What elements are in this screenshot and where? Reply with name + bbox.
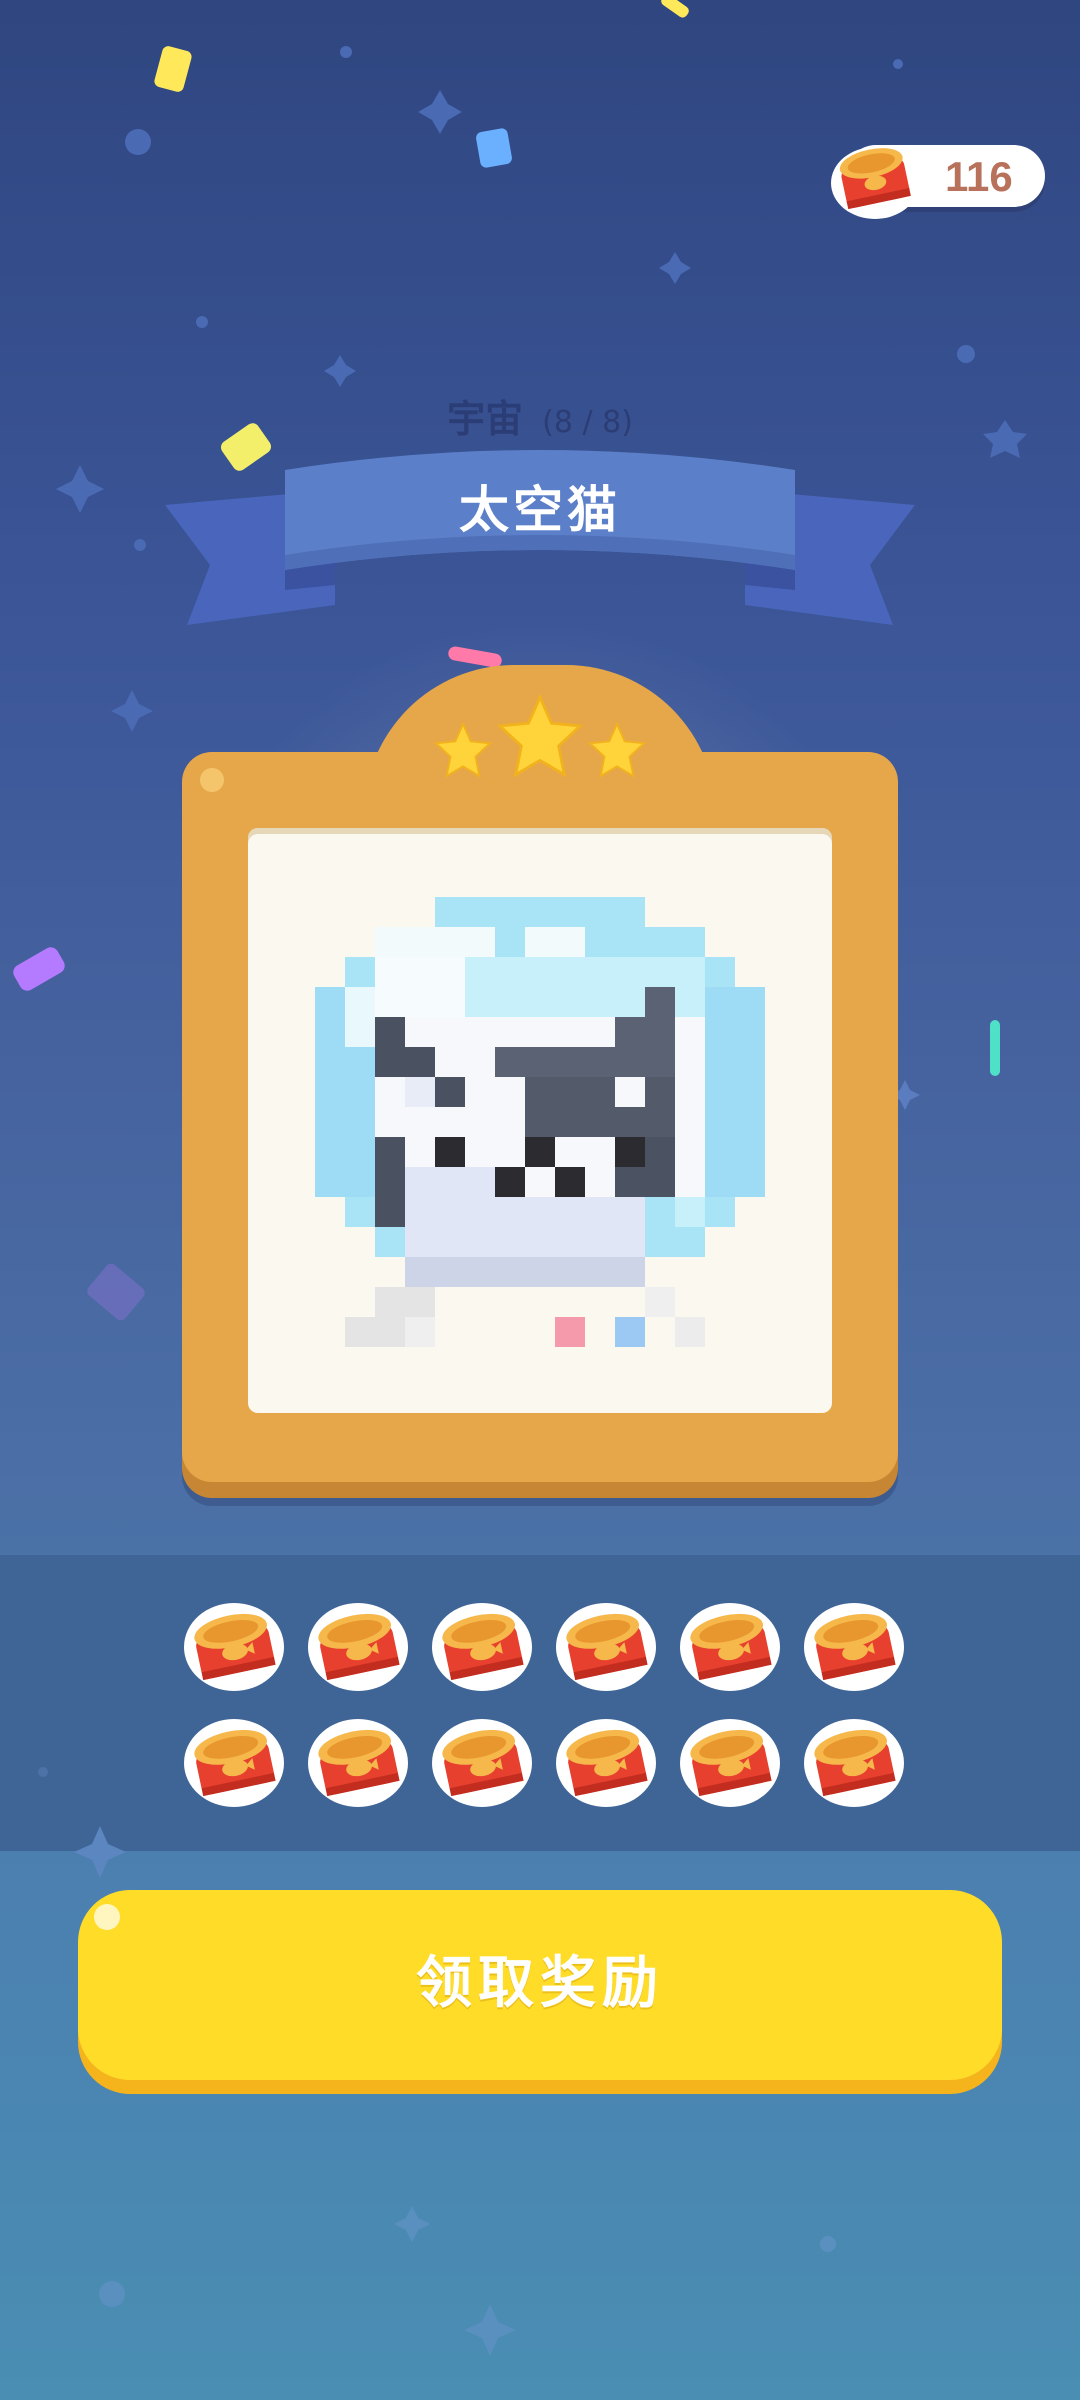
reward-item [172, 1595, 296, 1695]
claim-reward-button[interactable]: 领取奖励 [78, 1890, 1002, 2080]
reward-item [792, 1595, 916, 1695]
collection-label: 宇宙 (8 / 8) [0, 388, 1080, 443]
reward-item [792, 1711, 916, 1811]
space-cat-pixel-art [315, 897, 765, 1347]
button-gloss [94, 1904, 120, 1930]
fish-can-icon [184, 1719, 284, 1807]
star-icon [497, 694, 583, 778]
collection-name: 宇宙 [447, 397, 524, 441]
fish-can-icon [556, 1603, 656, 1691]
fish-can-icon [432, 1719, 532, 1807]
reward-item [420, 1711, 544, 1811]
fish-can-icon [556, 1719, 656, 1807]
reward-item [296, 1595, 420, 1695]
fish-can-icon [831, 147, 919, 219]
fish-can-count: 116 [945, 153, 1013, 200]
collection-progress: (8 / 8) [542, 405, 633, 440]
reward-item [668, 1711, 792, 1811]
reward-item [172, 1711, 296, 1811]
fish-can-icon [680, 1603, 780, 1691]
reward-screen: 116 宇宙 (8 / 8) 太空猫 领取奖励 [0, 0, 1080, 2400]
fish-can-icon [680, 1719, 780, 1807]
reward-items [172, 1595, 912, 1811]
pixel-art-canvas [248, 828, 832, 1413]
claim-reward-label: 领取奖励 [416, 1951, 664, 2014]
star-icon [434, 722, 492, 778]
item-title: 太空猫 [459, 481, 621, 539]
fish-can-icon [308, 1719, 408, 1807]
fish-can-icon [184, 1603, 284, 1691]
reward-item [420, 1595, 544, 1695]
fish-can-counter[interactable]: 116 [831, 145, 1045, 219]
star-icon [588, 722, 646, 778]
reward-item [544, 1711, 668, 1811]
reward-item [544, 1595, 668, 1695]
reward-item [668, 1595, 792, 1695]
fish-can-icon [804, 1719, 904, 1807]
fish-can-icon [432, 1603, 532, 1691]
fish-can-icon [308, 1603, 408, 1691]
frame-highlight [200, 768, 224, 792]
fish-can-icon [804, 1603, 904, 1691]
reward-item [296, 1711, 420, 1811]
